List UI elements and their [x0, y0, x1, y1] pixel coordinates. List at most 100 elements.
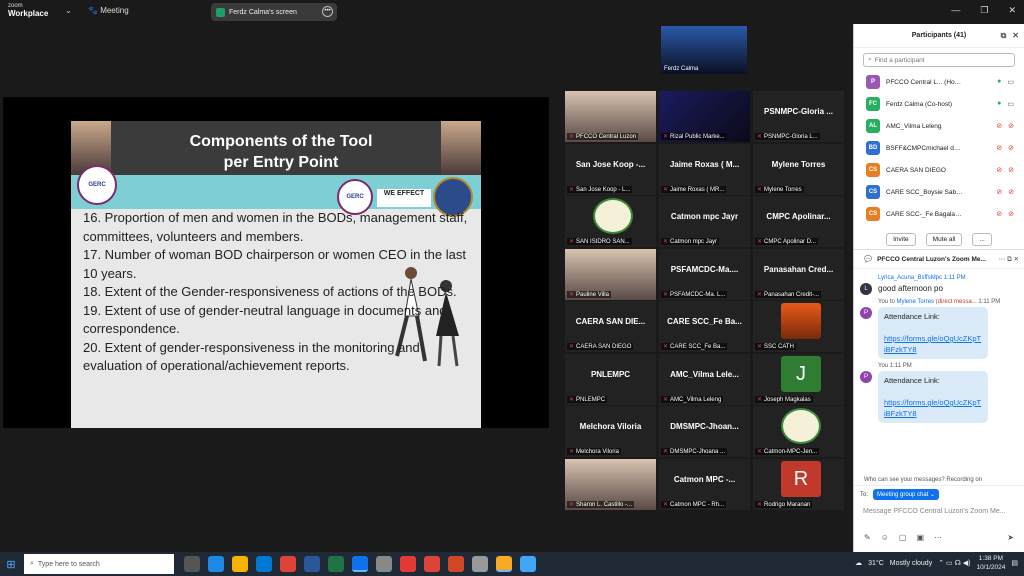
- participant-row[interactable]: CS CARE SCC_Boysie Sabino ⊘ ⊘: [854, 181, 1024, 203]
- more-button[interactable]: ...: [972, 232, 992, 246]
- video-tile[interactable]: PSFAMCDC-Ma.... ✕ PSFAMCDC-Ma. L...: [658, 247, 751, 301]
- app-icon[interactable]: [400, 556, 416, 572]
- participant-row[interactable]: FC Ferdz Calma (Co-host) ● ▭: [854, 93, 1024, 115]
- app-icon[interactable]: [520, 556, 536, 572]
- message-meta: You 1:11 PM: [878, 363, 912, 369]
- taskbar-search-input[interactable]: ⌕ Type here to search: [24, 554, 174, 574]
- recipient-row: To: Meeting group chat ⌄: [854, 485, 1024, 503]
- mic-icon: ●: [997, 100, 1002, 107]
- avatar: CS: [866, 185, 880, 199]
- video-tile[interactable]: J ✕ Joseph Magkalas: [752, 352, 845, 406]
- video-tile[interactable]: ✕ Rizal Public Marke...: [658, 90, 751, 143]
- format-icon[interactable]: ✎: [864, 533, 871, 542]
- participant-search-input[interactable]: ⌕ Find a participant: [863, 53, 1015, 67]
- emoji-icon[interactable]: ☺: [881, 533, 889, 542]
- camera-icon: ▭: [1007, 79, 1014, 86]
- notification-icon[interactable]: ▤: [1011, 559, 1018, 567]
- participant-row[interactable]: AL AMC_Vilma Leleng ⊘ ⊘: [854, 115, 1024, 137]
- more-options-icon[interactable]: •••: [322, 6, 333, 17]
- video-tile[interactable]: R ✕ Rodrigo Maranan: [752, 457, 845, 511]
- participants-header: Participants (41) ⧉ ✕: [854, 24, 1024, 48]
- attendance-link[interactable]: https://forms.gle/oQgUcZKpTiBFzkTY8: [884, 334, 981, 354]
- excel-icon[interactable]: [328, 556, 344, 572]
- app-icon[interactable]: [472, 556, 488, 572]
- video-tile[interactable]: San Jose Koop -... ✕ San Jose Koop - L...: [564, 142, 657, 196]
- zoom-icon[interactable]: [352, 556, 368, 572]
- attendance-link[interactable]: https://forms.gle/oQgUcZKpTiBFzkTY8: [884, 398, 981, 418]
- participant-row[interactable]: BDBSFF&CMPCmichael delariarte⊘⊘: [854, 137, 1024, 159]
- message-meta: You to Mylene Torres (direct messa... 1:…: [878, 299, 1020, 305]
- video-tile[interactable]: Catmon MPC -... ✕ Catmon MPC - Rh...: [658, 457, 751, 511]
- word-icon[interactable]: [304, 556, 320, 572]
- tray-icons[interactable]: ⌃ ▭ ☊ ◀): [938, 559, 970, 567]
- maximize-button[interactable]: ❐: [980, 5, 988, 16]
- edge-icon[interactable]: [208, 556, 224, 572]
- video-tile[interactable]: CMPC Apolinar... ✕ CMPC Apolinar D...: [752, 195, 845, 248]
- video-tile[interactable]: ✕ SSC CATH: [752, 300, 845, 353]
- camera-off-icon: ⊘: [1008, 211, 1014, 218]
- invite-button[interactable]: Invite: [886, 232, 916, 246]
- video-tile[interactable]: ✕ Sharon L. Castillo -...: [564, 457, 657, 511]
- video-tile[interactable]: ✕ PFCCO Central Luzon: [564, 90, 657, 143]
- send-icon[interactable]: ➤: [1007, 533, 1014, 542]
- video-tile[interactable]: CARE SCC_Fe Ba... ✕ CARE SCC_Fe Ba...: [658, 300, 751, 353]
- presentation-slide: Components of the Tool per Entry Point G…: [71, 121, 481, 428]
- meeting-menu[interactable]: 🐾 Meeting: [88, 6, 129, 15]
- popout-icon[interactable]: ⧉: [1001, 31, 1007, 41]
- taskbar-search-placeholder: Type here to search: [37, 560, 100, 568]
- windows-start-icon[interactable]: ⊞: [0, 552, 22, 576]
- recipient-dropdown[interactable]: Meeting group chat ⌄: [873, 489, 940, 500]
- muted-mic-icon: ✕: [663, 291, 669, 298]
- close-icon[interactable]: ✕: [1012, 31, 1019, 41]
- chrome-icon[interactable]: [424, 556, 440, 572]
- sticky-notes-icon[interactable]: [496, 556, 512, 572]
- app-icon[interactable]: [376, 556, 392, 572]
- taskbar: ⊞ ⌕ Type here to search ☁ 31°C Mostly cl…: [0, 552, 1024, 576]
- close-button[interactable]: ✕: [1008, 5, 1016, 16]
- share-label: Ferdz Calma's screen: [229, 8, 297, 16]
- chrome-icon[interactable]: [280, 556, 296, 572]
- pinned-apps: [184, 556, 536, 572]
- video-tile[interactable]: Panasahan Cred... ✕ Panasahan Credit-...: [752, 247, 845, 301]
- powerpoint-icon[interactable]: [448, 556, 464, 572]
- video-tile[interactable]: ✕ Catmon-MPC-Jen...: [752, 405, 845, 458]
- file-icon[interactable]: ▢: [899, 533, 907, 542]
- mic-icon: ●: [997, 78, 1002, 85]
- video-tile[interactable]: Mylene Torres ✕ Mylene Torres: [752, 142, 845, 196]
- search-icon: ⌕: [868, 56, 872, 63]
- chat-input[interactable]: Message PFCCO Central Luzon's Zoom Me...: [854, 503, 1024, 529]
- active-speaker-video[interactable]: Ferdz Calma: [661, 26, 747, 74]
- task-view-icon[interactable]: [184, 556, 200, 572]
- video-tile[interactable]: DMSMPC-Jhoan... ✕ DMSMPC-Jhoana ...: [658, 405, 751, 458]
- video-tile[interactable]: CAERA SAN DIE... ✕ CAERA SAN DIEGO: [564, 300, 657, 353]
- video-tile[interactable]: PNLEMPC ✕ PNLEMPC: [564, 352, 657, 406]
- tile-display-name: Catmon mpc Jayr: [670, 212, 739, 221]
- more-icon[interactable]: ⋯: [934, 533, 942, 542]
- message-visibility-note[interactable]: Who can see your messages? Recording on: [854, 475, 1024, 485]
- video-tile[interactable]: ✕ SAN ISIDRO SAN...: [564, 195, 657, 248]
- screenshot-icon[interactable]: ▣: [916, 533, 924, 542]
- participant-row[interactable]: CS CAERA SAN DIEGO ⊘ ⊘: [854, 159, 1024, 181]
- file-explorer-icon[interactable]: [232, 556, 248, 572]
- avatar: L: [860, 283, 872, 295]
- camera-off-icon: ⊘: [1008, 167, 1014, 174]
- message-bubble: Attendance Link: https://forms.gle/oQgUc…: [878, 307, 988, 359]
- mute-all-button[interactable]: Mute all: [925, 232, 963, 246]
- video-tile[interactable]: Melchora Viloria ✕ Melchora Viloria: [564, 405, 657, 458]
- participant-row[interactable]: PPFCCO Central L... (Host, me)●▭: [854, 71, 1024, 93]
- participant-row[interactable]: CS CARE SCC-_Fe Bagalawis ⊘ ⊘: [854, 203, 1024, 225]
- video-tile[interactable]: AMC_Vilma Lele... ✕ AMC_Vilma Leleng: [658, 352, 751, 406]
- clock[interactable]: 1:38 PM 10/1/2024: [976, 554, 1005, 572]
- tile-label: ✕ Jaime Roxas ( MR...: [661, 185, 727, 193]
- title-bar: zoom Workplace ⌄ 🐾 Meeting Ferdz Calma's…: [0, 0, 1024, 24]
- minimize-button[interactable]: —: [951, 5, 960, 16]
- mail-icon[interactable]: [256, 556, 272, 572]
- tile-label: ✕ Pauline Villa: [567, 290, 611, 298]
- screen-share-indicator[interactable]: Ferdz Calma's screen •••: [211, 3, 337, 21]
- muted-mic-icon: ✕: [569, 396, 575, 403]
- video-tile[interactable]: ✕ Pauline Villa: [564, 247, 657, 301]
- chevron-down-icon[interactable]: ⌄: [65, 6, 72, 15]
- video-tile[interactable]: Jaime Roxas ( M... ✕ Jaime Roxas ( MR...: [658, 142, 751, 196]
- video-tile[interactable]: Catmon mpc Jayr ✕ Catmon mpc Jayr: [658, 195, 751, 248]
- video-tile[interactable]: PSNMPC-Gloria ... ✕ PSNMPC-Gloria L...: [752, 90, 845, 143]
